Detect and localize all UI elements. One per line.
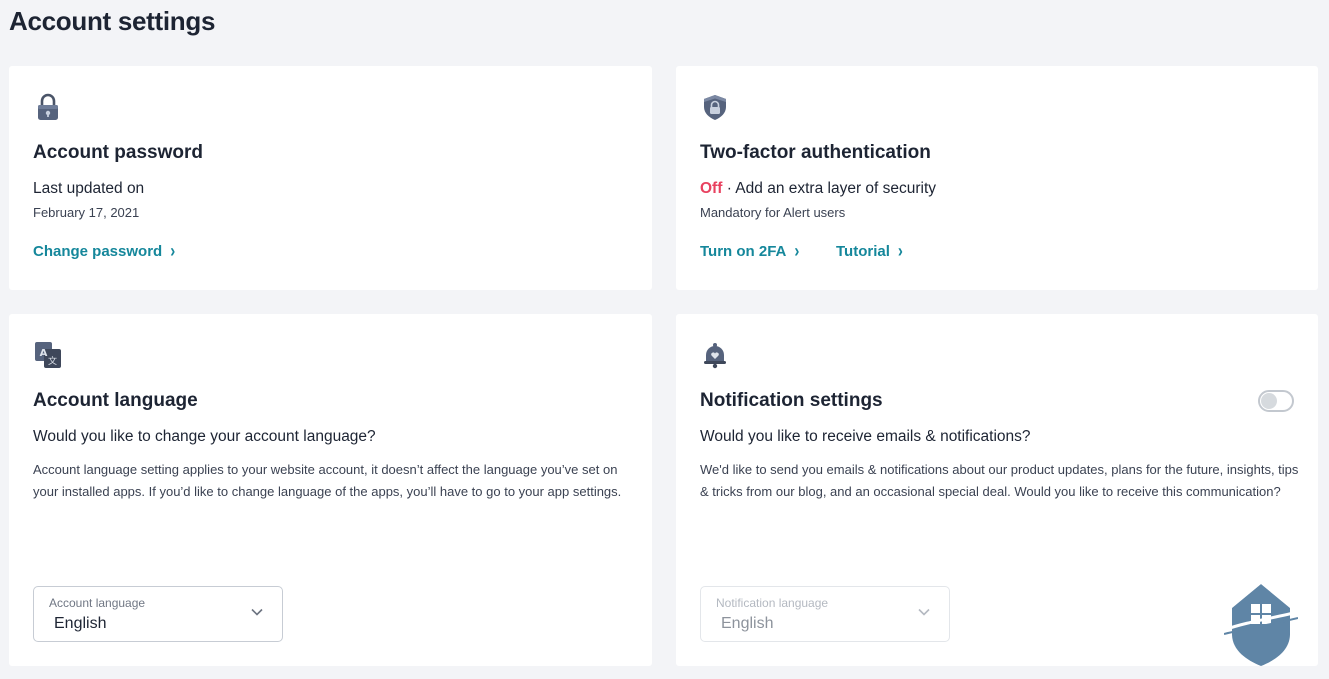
account-language-question: Would you like to change your account la… <box>33 428 376 445</box>
toggle-knob <box>1261 393 1277 409</box>
account-language-description: Account language setting applies to your… <box>33 462 622 499</box>
svg-text:A: A <box>40 348 48 359</box>
turn-on-2fa-link[interactable]: Turn on 2FA › <box>700 241 800 262</box>
account-language-select[interactable]: Account language English <box>33 586 283 642</box>
two-factor-card: Two-factor authentication Off · Add an e… <box>676 66 1318 290</box>
chevron-right-icon: › <box>170 241 176 262</box>
chevron-right-icon: › <box>897 241 903 262</box>
two-factor-description: · Add an extra layer of security <box>722 180 937 197</box>
notifications-description: We'd like to send you emails & notificat… <box>700 462 1299 499</box>
last-updated-date: February 17, 2021 <box>33 205 140 220</box>
chevron-right-icon: › <box>794 241 800 262</box>
change-password-label: Change password <box>33 243 163 260</box>
account-password-title: Account password <box>33 142 203 163</box>
account-language-select-value: English <box>54 615 107 632</box>
lock-icon <box>33 92 63 122</box>
last-updated-label: Last updated on <box>33 180 145 197</box>
change-password-link[interactable]: Change password › <box>33 241 176 262</box>
shield-lock-icon <box>700 92 730 122</box>
notification-language-select-label: Notification language <box>716 596 829 610</box>
account-password-card: Account password Last updated on Februar… <box>9 66 652 290</box>
notification-language-select[interactable]: Notification language English <box>700 586 950 642</box>
page-title: Account settings <box>9 6 216 36</box>
two-factor-status-line: Off · Add an extra layer of security <box>700 180 936 198</box>
house-shield-logo-icon <box>1223 580 1299 668</box>
svg-text:文: 文 <box>48 355 57 367</box>
tutorial-link[interactable]: Tutorial › <box>836 241 903 262</box>
notification-settings-card: Notification settings Would you like to … <box>676 314 1318 666</box>
turn-on-2fa-label: Turn on 2FA <box>700 243 787 260</box>
translate-icon: A 文 <box>33 340 63 370</box>
two-factor-note: Mandatory for Alert users <box>700 205 846 220</box>
tutorial-label: Tutorial <box>836 243 890 260</box>
two-factor-title: Two-factor authentication <box>700 142 931 163</box>
two-factor-status-badge: Off <box>700 180 723 197</box>
bell-heart-icon <box>700 340 730 370</box>
account-language-card: A 文 Account language Would you like to c… <box>9 314 652 666</box>
notification-settings-title: Notification settings <box>700 390 883 411</box>
chevron-down-icon <box>251 608 263 616</box>
notification-language-select-value: English <box>721 615 774 632</box>
chevron-down-icon <box>918 608 930 616</box>
notifications-toggle[interactable] <box>1258 390 1294 412</box>
notifications-question: Would you like to receive emails & notif… <box>700 428 1031 445</box>
account-language-select-label: Account language <box>49 596 146 610</box>
account-language-title: Account language <box>33 390 198 411</box>
